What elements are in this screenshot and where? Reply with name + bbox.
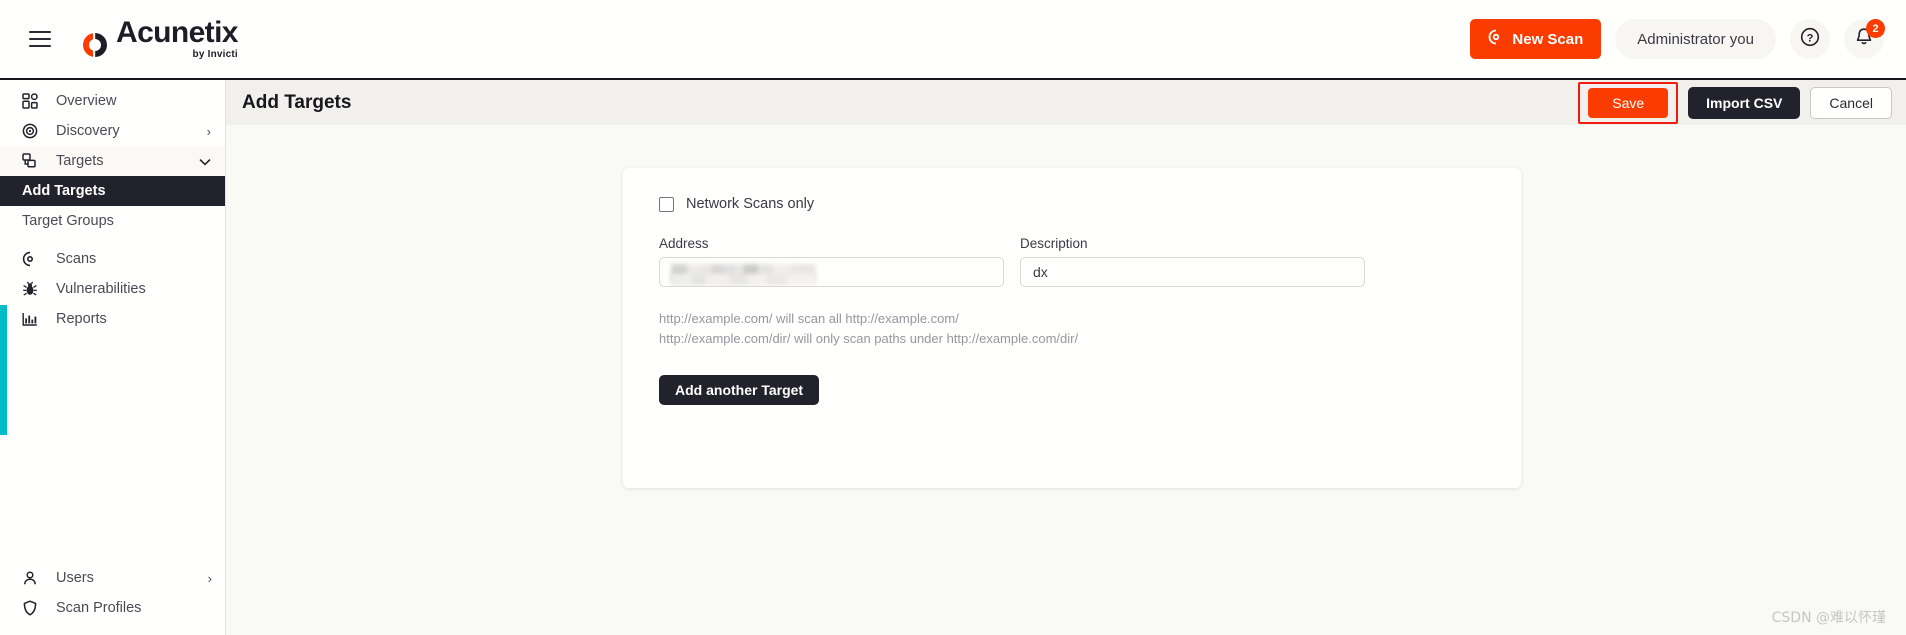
sidebar-item-target-groups[interactable]: Target Groups [0, 206, 225, 236]
bar-chart-icon [22, 311, 44, 327]
help-button[interactable]: ? [1790, 19, 1830, 59]
brand-logo[interactable]: Acunetix by Invicti [80, 16, 239, 60]
sidebar-bottom-group: Users › Scan Profiles [0, 563, 226, 635]
address-field-group: Address [659, 236, 1004, 287]
sidebar-item-label: Discovery [56, 123, 120, 139]
sidebar-item-label: Vulnerabilities [56, 281, 146, 297]
new-scan-label: New Scan [1512, 30, 1584, 48]
hamburger-line [29, 45, 51, 47]
content-area: Network Scans only Address Description h… [226, 125, 1906, 635]
sidebar-item-users[interactable]: Users › [0, 563, 226, 593]
redacted-content [671, 274, 816, 285]
network-scans-label: Network Scans only [686, 196, 815, 212]
app-root: Acunetix by Invicti New Scan Administrat… [0, 0, 1906, 635]
targets-stack-icon [22, 153, 44, 169]
scan-icon [1488, 29, 1504, 49]
add-another-target-button[interactable]: Add another Target [659, 375, 820, 406]
brand-subtitle: by Invicti [192, 49, 238, 60]
acunetix-logo-icon [80, 30, 110, 60]
network-scans-row[interactable]: Network Scans only [659, 196, 1485, 212]
sidebar-item-label: Users [56, 570, 94, 586]
address-help-text: http://example.com/ will scan all http:/… [659, 309, 1485, 349]
shield-icon [22, 600, 44, 616]
sidebar-item-discovery[interactable]: Discovery › [0, 116, 225, 146]
hamburger-menu-icon[interactable] [22, 21, 58, 57]
address-input[interactable] [659, 257, 1004, 287]
save-button-highlight: Save [1578, 81, 1679, 124]
sidebar-subitem-label: Target Groups [22, 213, 114, 229]
account-menu[interactable]: Administrator you [1615, 19, 1776, 59]
sidebar-bottom-partial-item [0, 623, 226, 635]
cancel-button[interactable]: Cancel [1810, 86, 1892, 119]
grid-icon [22, 93, 44, 109]
account-label: Administrator you [1637, 30, 1754, 48]
new-scan-button[interactable]: New Scan [1470, 19, 1602, 59]
sidebar-item-label: Overview [56, 93, 117, 109]
sidebar-item-label: Scan Profiles [56, 600, 142, 616]
target-fields-row: Address Description [659, 236, 1485, 287]
network-scans-checkbox[interactable] [659, 196, 674, 212]
page-title: Add Targets [242, 91, 352, 113]
scan-icon [22, 251, 44, 267]
hamburger-line [29, 31, 51, 33]
sidebar-item-vulnerabilities[interactable]: Vulnerabilities [0, 274, 225, 304]
description-field-group: Description [1020, 236, 1365, 287]
sidebar-item-label: Reports [56, 311, 107, 327]
chevron-down-icon [199, 155, 211, 168]
sidebar-item-add-targets[interactable]: Add Targets [0, 176, 225, 206]
target-rings-icon [22, 123, 44, 139]
chevron-right-icon: › [207, 570, 212, 586]
chevron-right-icon: › [206, 123, 211, 139]
address-label: Address [659, 236, 709, 251]
question-mark-icon: ? [1799, 26, 1821, 53]
notifications-button[interactable]: 2 [1844, 19, 1885, 59]
svg-text:?: ? [1807, 32, 1814, 44]
watermark: CSDN @难以怀瑾 [1771, 610, 1886, 626]
sidebar: Overview Discovery › Targets Add Targets… [0, 80, 226, 635]
sidebar-item-label: Scans [56, 251, 97, 267]
brand-name: Acunetix [116, 16, 239, 49]
user-icon [22, 570, 44, 586]
sidebar-item-label: Targets [56, 153, 104, 169]
sidebar-item-overview[interactable]: Overview [0, 86, 225, 116]
save-button[interactable]: Save [1588, 87, 1669, 118]
page-header: Add Targets Save Import CSV Cancel [226, 80, 1906, 125]
sidebar-item-scans[interactable]: Scans [0, 244, 225, 274]
sidebar-subitem-label: Add Targets [22, 183, 106, 199]
sidebar-item-targets[interactable]: Targets [0, 146, 225, 176]
description-input[interactable] [1020, 257, 1365, 287]
description-label: Description [1020, 236, 1088, 251]
top-bar-actions: New Scan Administrator you ? 2 [1470, 19, 1885, 59]
help-line-2: http://example.com/dir/ will only scan p… [659, 331, 1079, 347]
sidebar-item-reports[interactable]: Reports [0, 304, 225, 334]
add-target-card: Network Scans only Address Description h… [623, 168, 1521, 488]
notification-badge: 2 [1866, 19, 1885, 38]
hamburger-line [29, 38, 51, 40]
sidebar-item-scan-profiles[interactable]: Scan Profiles [0, 593, 226, 623]
help-line-1: http://example.com/ will scan all http:/… [659, 311, 959, 326]
bug-icon [22, 281, 44, 297]
page-actions: Save Import CSV Cancel [1578, 81, 1892, 124]
top-bar: Acunetix by Invicti New Scan Administrat… [0, 0, 1906, 80]
import-csv-button[interactable]: Import CSV [1688, 86, 1801, 119]
